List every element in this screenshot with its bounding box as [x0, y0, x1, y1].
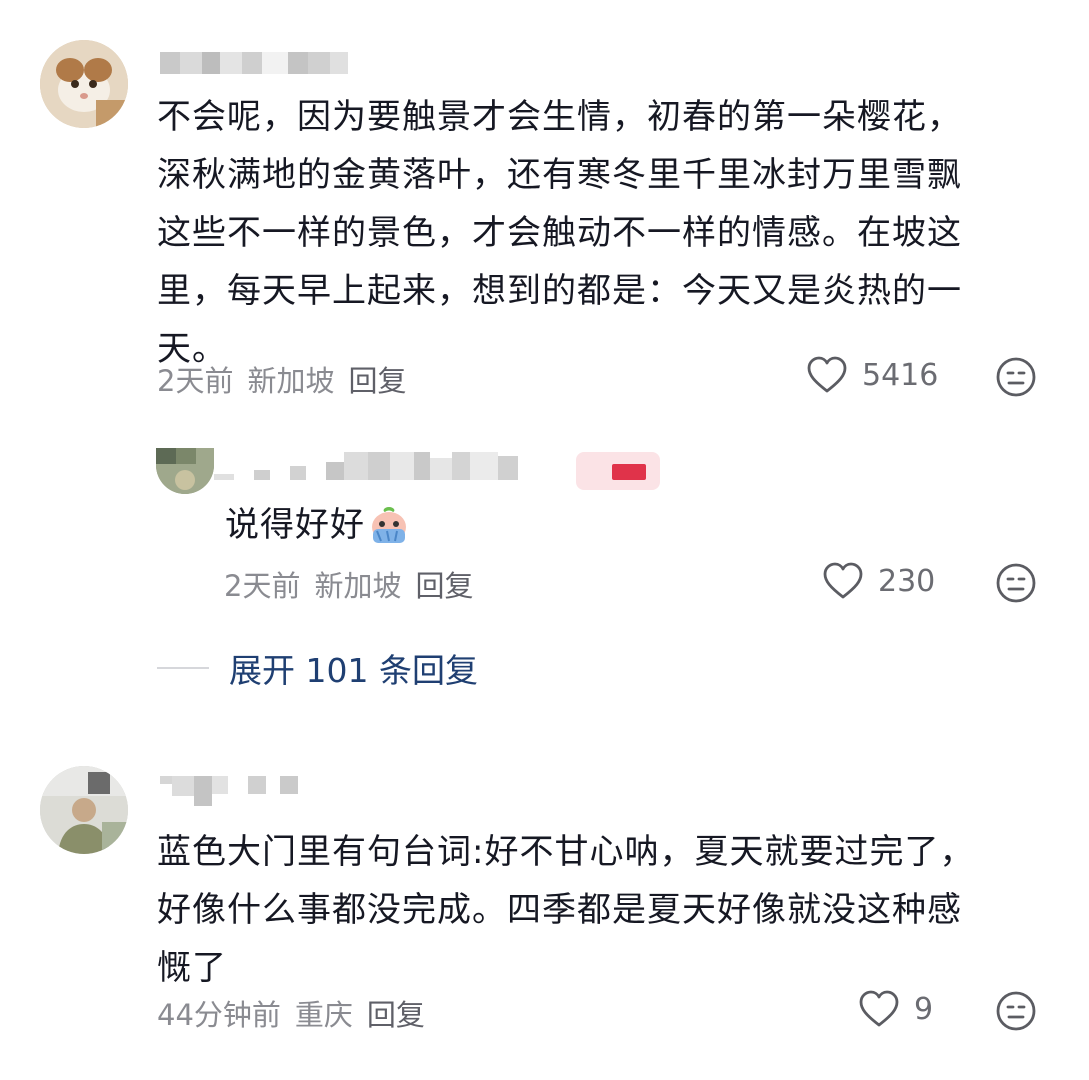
like-button[interactable]: 230	[822, 562, 935, 600]
comment-time: 44分钟前	[157, 998, 281, 1032]
commenter-avatar[interactable]	[40, 766, 128, 854]
comment-text: 蓝色大门里有句台词:好不甘心呐，夏天就要过完了， 好像什么事都没完成。四季都是夏…	[157, 832, 975, 988]
reply-text: 说得好好	[225, 505, 365, 545]
comment-location: 新加坡	[314, 569, 402, 603]
comment-location: 新加坡	[247, 364, 335, 398]
like-button[interactable]: 5416	[806, 356, 938, 394]
dislike-button[interactable]	[995, 990, 1037, 1036]
like-count: 5416	[862, 357, 939, 393]
cat-avatar-icon	[40, 40, 128, 128]
comment-time: 2天前	[157, 364, 234, 398]
username-redacted[interactable]	[214, 452, 518, 480]
heart-outline-icon	[823, 562, 863, 599]
heart-outline-icon	[859, 990, 899, 1027]
commenter-avatar[interactable]	[40, 40, 128, 128]
like-count: 9	[914, 991, 934, 1027]
username-redacted[interactable]	[160, 52, 348, 74]
author-badge	[576, 452, 660, 490]
meh-face-icon	[996, 991, 1036, 1031]
meh-face-icon	[996, 563, 1036, 603]
comment-text: 说得好好	[225, 496, 411, 554]
commenter-avatar[interactable]	[156, 448, 214, 494]
crying-peach-emoji-icon	[372, 507, 406, 543]
reply-button[interactable]: 回复	[348, 358, 406, 400]
meh-face-icon	[996, 357, 1036, 397]
like-button[interactable]: 9	[858, 990, 933, 1028]
reply-button[interactable]: 回复	[367, 992, 425, 1034]
person-avatar-icon	[40, 766, 128, 854]
expand-divider	[157, 667, 209, 669]
expand-replies-button[interactable]: 展开 101 条回复	[157, 644, 478, 692]
heart-outline-icon	[807, 356, 847, 393]
user-avatar-icon	[156, 448, 214, 494]
expand-replies-label: 展开 101 条回复	[229, 651, 478, 690]
reply-button[interactable]: 回复	[415, 563, 473, 605]
dislike-button[interactable]	[995, 356, 1037, 402]
username-redacted[interactable]	[160, 776, 298, 806]
comment-meta: 2天前 新加坡 回复	[224, 563, 473, 605]
comment-text: 不会呢，因为要触景才会生情，初春的第一朵樱花， 深秋满地的金黄落叶，还有寒冬里千…	[157, 97, 962, 369]
dislike-button[interactable]	[995, 562, 1037, 608]
comment-time: 2天前	[224, 569, 301, 603]
like-count: 230	[878, 563, 936, 599]
comment-location: 重庆	[294, 998, 353, 1032]
comment-meta: 44分钟前 重庆 回复	[157, 992, 425, 1034]
comment-meta: 2天前 新加坡 回复	[157, 358, 406, 400]
